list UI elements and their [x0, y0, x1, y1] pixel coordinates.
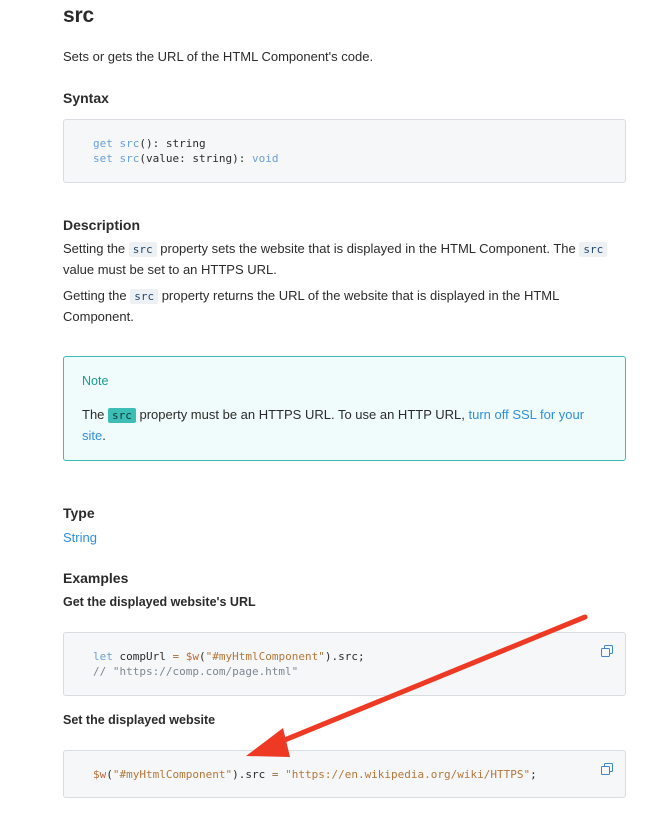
note-title: Note [82, 374, 109, 388]
copy-icon[interactable] [601, 645, 613, 657]
note-callout: Note The src property must be an HTTPS U… [63, 356, 626, 461]
syntax-line-get: get src(): string [93, 137, 206, 150]
inline-code-src: src [130, 289, 159, 304]
type-heading: Type [63, 505, 95, 521]
syntax-line-set: set src(value: string): void [93, 152, 279, 165]
syntax-heading: Syntax [63, 90, 109, 106]
example-2-line-1: $w("#myHtmlComponent").src = "https://en… [93, 768, 537, 781]
examples-heading: Examples [63, 570, 129, 586]
type-string-link[interactable]: String [63, 528, 97, 548]
example-1-title: Get the displayed website's URL [63, 595, 256, 609]
example-1-code-block: let compUrl = $w("#myHtmlComponent").src… [63, 632, 626, 696]
inline-code-src: src [579, 242, 608, 257]
description-paragraph-2: Getting the src property returns the URL… [63, 288, 559, 324]
note-inline-code-src: src [108, 408, 136, 423]
note-text: The src property must be an HTTPS URL. T… [82, 407, 585, 443]
summary-text: Sets or gets the URL of the HTML Compone… [63, 49, 374, 64]
example-1-line-1: let compUrl = $w("#myHtmlComponent").src… [93, 650, 365, 663]
inline-code-src: src [128, 242, 157, 257]
example-2-code-block: $w("#myHtmlComponent").src = "https://en… [63, 750, 626, 798]
example-2-title: Set the displayed website [63, 713, 216, 727]
copy-icon[interactable] [601, 763, 613, 775]
description-paragraph-1: Setting the src property sets the websit… [63, 239, 623, 279]
page-title: src [63, 4, 94, 27]
description-heading: Description [63, 217, 141, 233]
syntax-code-block: get src(): string set src(value: string)… [63, 119, 626, 183]
example-1-comment: // "https://comp.com/page.html" [93, 665, 299, 678]
